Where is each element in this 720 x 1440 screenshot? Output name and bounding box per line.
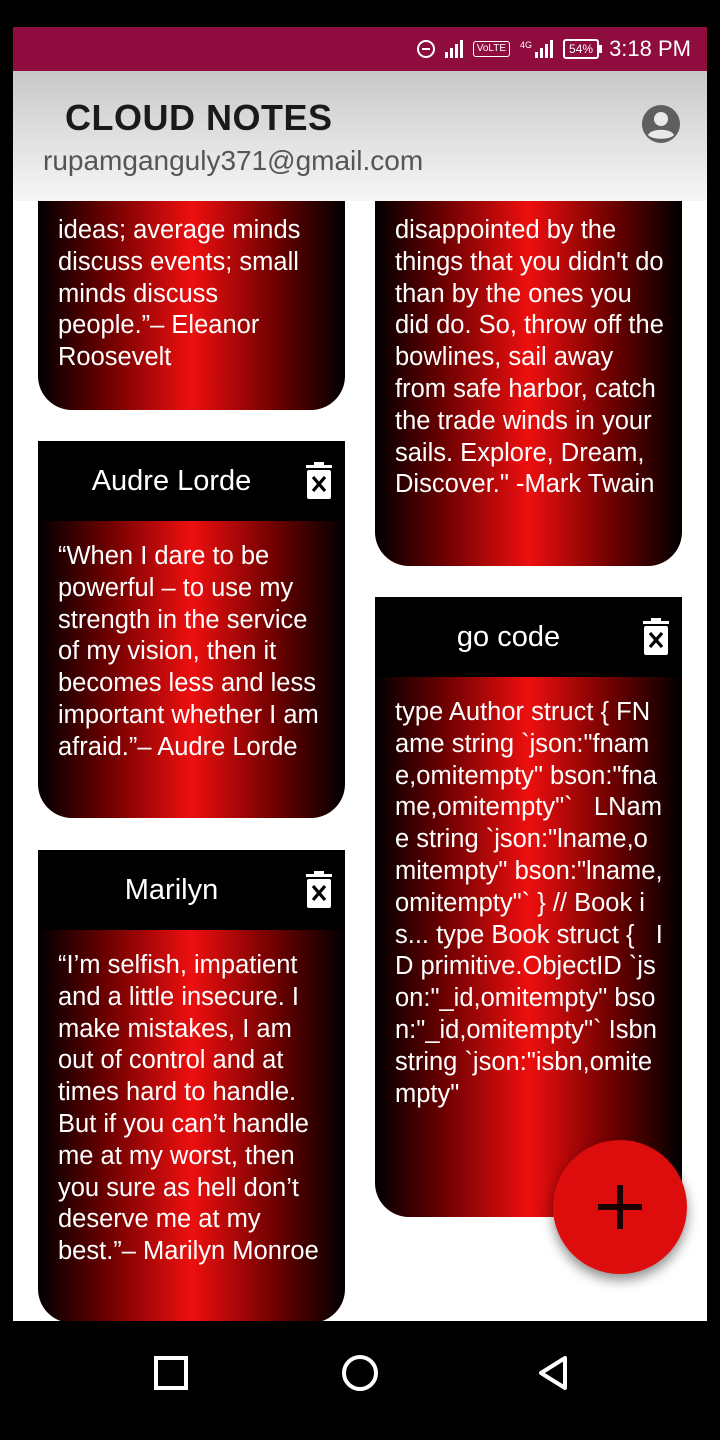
- note-title: Marilyn: [124, 874, 219, 906]
- account-circle-icon[interactable]: [641, 104, 681, 144]
- battery-indicator: 54%: [563, 39, 603, 59]
- note-body: “I’m selfish, impatient and a little ins…: [58, 951, 319, 1266]
- status-time: 3:18 PM: [609, 36, 691, 61]
- note-card[interactable]: Audre Lorde “When I dare to be powerful …: [38, 441, 345, 818]
- note-title: go code: [456, 621, 561, 653]
- note-card[interactable]: ideas; average minds discuss events; sma…: [38, 201, 345, 410]
- note-card[interactable]: disappointed by the things that you didn…: [375, 201, 682, 566]
- note-card[interactable]: go code type Author struct { FName strin…: [375, 597, 682, 1217]
- delete-icon[interactable]: [642, 618, 670, 656]
- status-icons: VoLTE 4G 54% 3:18 PM: [416, 27, 691, 71]
- delete-icon[interactable]: [305, 462, 333, 500]
- status-bar: VoLTE 4G 54% 3:18 PM: [13, 27, 707, 71]
- note-header: Marilyn: [38, 850, 345, 930]
- app-header: CLOUD NOTES rupamganguly371@gmail.com: [13, 71, 707, 201]
- home-circle-icon[interactable]: [340, 1353, 380, 1393]
- network-type-label: 4G: [520, 40, 533, 50]
- add-note-button[interactable]: [553, 1140, 687, 1274]
- note-header: go code: [375, 597, 682, 677]
- note-header: Audre Lorde: [38, 441, 345, 521]
- app-title: CLOUD NOTES: [65, 97, 333, 138]
- do-not-disturb-icon: [416, 40, 435, 58]
- volte-badge: VoLTE: [472, 41, 511, 57]
- network-signal-icon: 4G: [520, 40, 554, 58]
- note-body: ideas; average minds discuss events; sma…: [58, 216, 308, 372]
- note-title: Audre Lorde: [91, 465, 252, 497]
- signal-icon: [444, 40, 463, 58]
- note-body: disappointed by the things that you didn…: [395, 216, 671, 499]
- recents-square-icon[interactable]: [151, 1353, 191, 1393]
- system-nav-bar: [0, 1321, 720, 1440]
- delete-icon[interactable]: [305, 871, 333, 909]
- note-body: “When I dare to be powerful – to use my …: [58, 542, 326, 761]
- user-email: rupamganguly371@gmail.com: [43, 145, 424, 176]
- back-triangle-icon[interactable]: [533, 1353, 573, 1393]
- note-body: type Author struct { FName string `json:…: [395, 698, 664, 1108]
- note-card[interactable]: Marilyn “I’m selfish, impatient and a li…: [38, 850, 345, 1321]
- plus-icon: [598, 1185, 642, 1229]
- app-screen: VoLTE 4G 54% 3:18 PM CLOUD NOTES rupamga…: [13, 27, 707, 1321]
